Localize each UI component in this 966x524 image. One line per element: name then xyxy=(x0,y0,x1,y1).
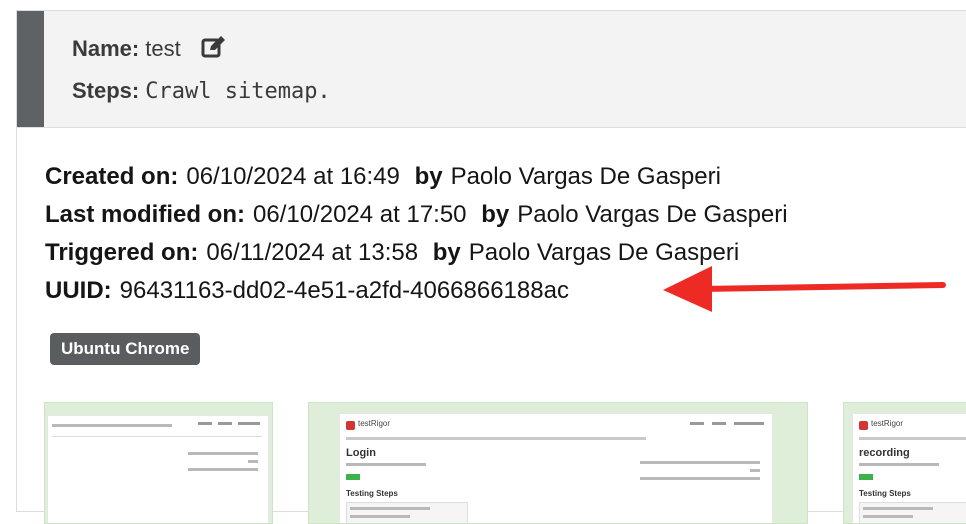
annotation-arrow xyxy=(663,266,946,312)
